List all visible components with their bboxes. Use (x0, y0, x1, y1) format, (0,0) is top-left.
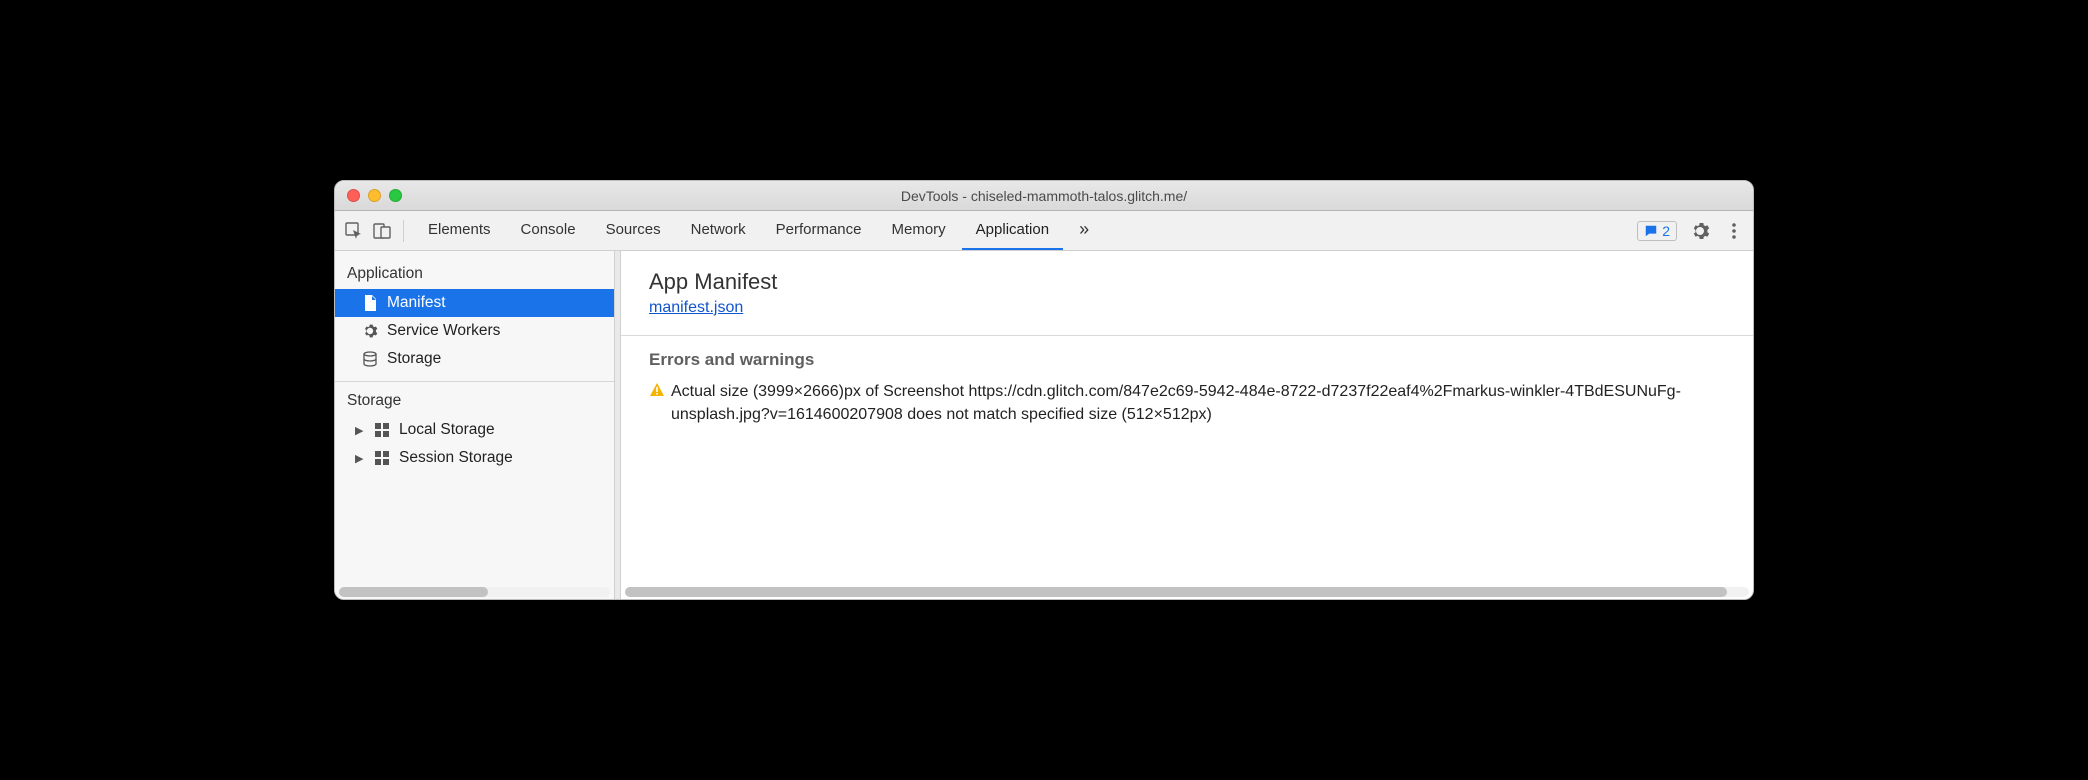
tabs-overflow-button[interactable]: » (1065, 211, 1103, 250)
tab-memory[interactable]: Memory (878, 211, 960, 250)
sidebar-item-local-storage[interactable]: ▶ Local Storage (335, 416, 614, 444)
devtools-toolbar: Elements Console Sources Network Perform… (335, 211, 1753, 251)
file-icon (361, 294, 379, 312)
device-toolbar-icon[interactable] (371, 220, 393, 242)
sidebar-horizontal-scrollbar[interactable] (339, 587, 610, 597)
traffic-lights (335, 189, 402, 202)
sidebar-item-label: Storage (387, 350, 604, 368)
page-title: App Manifest (649, 269, 1725, 295)
sidebar-item-manifest[interactable]: Manifest (335, 289, 614, 317)
gear-icon (361, 322, 379, 340)
close-window-button[interactable] (347, 189, 360, 202)
sidebar-item-label: Manifest (387, 294, 604, 312)
chevron-right-icon: ▶ (355, 424, 365, 437)
sidebar-item-label: Service Workers (387, 322, 604, 340)
tab-application[interactable]: Application (962, 211, 1063, 250)
window-title: DevTools - chiseled-mammoth-talos.glitch… (335, 188, 1753, 204)
sidebar-item-session-storage[interactable]: ▶ Session Storage (335, 444, 614, 472)
devtools-window: DevTools - chiseled-mammoth-talos.glitch… (334, 180, 1754, 600)
manifest-file-link[interactable]: manifest.json (649, 299, 743, 316)
tab-network[interactable]: Network (677, 211, 760, 250)
settings-gear-icon[interactable] (1689, 220, 1711, 242)
divider (621, 335, 1753, 336)
sidebar-item-label: Local Storage (399, 421, 495, 439)
zoom-window-button[interactable] (389, 189, 402, 202)
errors-warnings-heading: Errors and warnings (649, 350, 1725, 370)
sidebar-item-storage[interactable]: Storage (335, 345, 614, 373)
messages-badge[interactable]: 2 (1637, 221, 1677, 241)
application-sidebar: Application Manifest Service Workers Sto… (335, 251, 615, 599)
tab-sources[interactable]: Sources (592, 211, 675, 250)
warning-row: Actual size (3999×2666)px of Screenshot … (649, 380, 1725, 426)
panel-tabs: Elements Console Sources Network Perform… (414, 211, 1625, 250)
sidebar-item-service-workers[interactable]: Service Workers (335, 317, 614, 345)
sidebar-section-application: Application (335, 255, 614, 289)
main-horizontal-scrollbar[interactable] (625, 587, 1749, 597)
toolbar-left-group (343, 220, 404, 242)
grid-icon (373, 421, 391, 439)
panel-body: Application Manifest Service Workers Sto… (335, 251, 1753, 599)
inspect-element-icon[interactable] (343, 220, 365, 242)
messages-count: 2 (1662, 223, 1670, 239)
warning-icon (649, 382, 665, 398)
toolbar-right-group: 2 (1629, 220, 1745, 242)
minimize-window-button[interactable] (368, 189, 381, 202)
warning-text: Actual size (3999×2666)px of Screenshot … (671, 380, 1725, 426)
chevron-right-icon: ▶ (355, 452, 365, 465)
tab-console[interactable]: Console (507, 211, 590, 250)
manifest-panel: App Manifest manifest.json Errors and wa… (621, 251, 1753, 599)
more-menu-icon[interactable] (1723, 220, 1745, 242)
sidebar-section-storage: Storage (335, 382, 614, 416)
message-icon (1644, 224, 1658, 238)
tab-elements[interactable]: Elements (414, 211, 505, 250)
titlebar: DevTools - chiseled-mammoth-talos.glitch… (335, 181, 1753, 211)
database-icon (361, 350, 379, 368)
grid-icon (373, 449, 391, 467)
tab-performance[interactable]: Performance (762, 211, 876, 250)
sidebar-item-label: Session Storage (399, 449, 513, 467)
